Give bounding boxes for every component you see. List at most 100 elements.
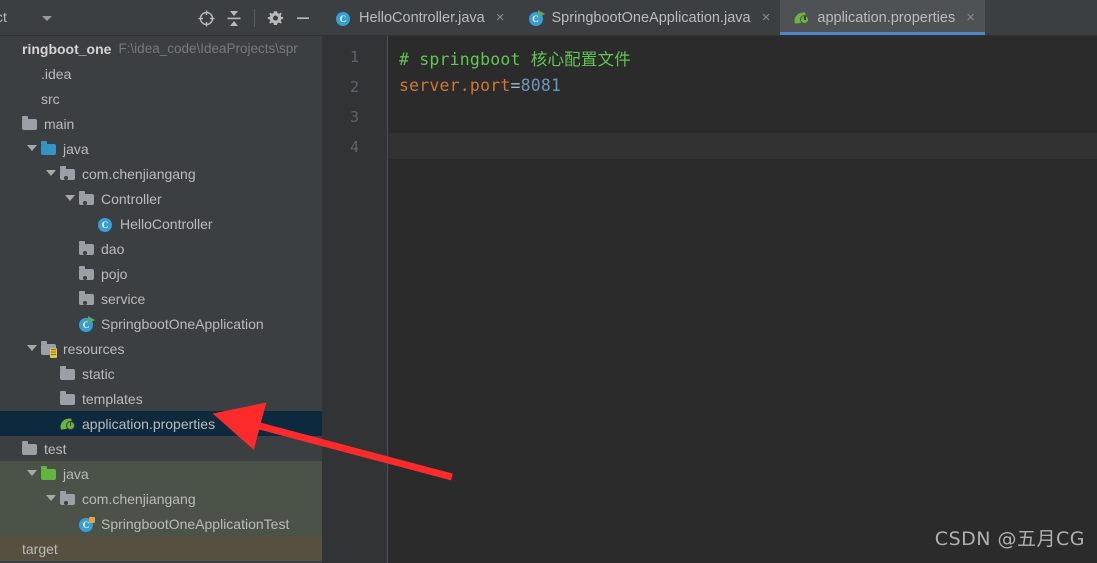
package-dot [83, 250, 87, 255]
close-icon[interactable]: × [966, 10, 975, 25]
code-token: 8081 [520, 76, 562, 95]
tree-row[interactable]: templates [0, 386, 322, 411]
collapse-all-icon [227, 10, 241, 26]
folder-shape [60, 491, 75, 505]
close-icon[interactable]: × [496, 10, 505, 25]
spring-leaf-icon [793, 10, 810, 26]
project-panel-title[interactable]: ect [0, 9, 7, 25]
package-icon [79, 291, 95, 307]
project-tree[interactable]: ringboot_one F:\idea_code\IdeaProjects\sp… [0, 36, 322, 563]
project-path: F:\idea_code\IdeaProjects\spr [118, 41, 298, 56]
folder-shape [60, 166, 75, 180]
gutter-line-number: 4 [349, 138, 359, 156]
settings-button[interactable] [262, 5, 288, 31]
tree-row-label: static [82, 365, 115, 382]
package-icon [79, 241, 95, 257]
chevron-down-icon[interactable] [42, 16, 52, 21]
tree-row-label: templates [82, 390, 143, 407]
package-dot [64, 175, 68, 180]
folder-shape [79, 266, 94, 280]
folder-shape [79, 241, 94, 255]
editor-tab-label: SpringbootOneApplication.java [551, 9, 751, 26]
chevron-down-icon[interactable] [27, 144, 37, 153]
editor-tab[interactable]: C SpringbootOneApplication.java × [515, 0, 781, 35]
chevron-down-icon[interactable] [27, 469, 37, 478]
project-toolbar-buttons [193, 0, 316, 36]
tree-row-label: java [63, 465, 89, 482]
tree-row-label: java [63, 140, 89, 157]
tree-row[interactable]: java [0, 461, 322, 486]
folder-shape [41, 141, 56, 155]
java-class-icon: C [336, 10, 352, 26]
select-opened-file-button[interactable] [193, 5, 219, 31]
tree-row[interactable]: com.chenjiangang [0, 161, 322, 186]
chevron-down-icon[interactable] [65, 194, 75, 203]
package-dot [64, 500, 68, 505]
tree-row[interactable]: src [0, 86, 322, 111]
folder-shape [41, 341, 57, 358]
folder-shape [22, 441, 37, 455]
tree-row-label: SpringbootOneApplicationTest [101, 515, 290, 532]
package-dot [83, 300, 87, 305]
java-class-icon: C [98, 216, 114, 232]
tree-row-label: dao [101, 240, 125, 257]
package-icon [60, 166, 76, 182]
close-icon[interactable]: × [762, 10, 771, 25]
tree-row[interactable]: static [0, 361, 322, 386]
tree-row[interactable]: C HelloController [0, 211, 322, 236]
tree-row[interactable]: application.properties [0, 411, 322, 436]
spring-boot-class-icon: C [79, 315, 95, 332]
source-root-folder-icon [41, 141, 57, 157]
tree-row-label: com.chenjiangang [82, 490, 196, 507]
folder-icon [22, 116, 38, 132]
editor-tab[interactable]: C HelloController.java × [322, 0, 515, 35]
tree-row-label: target [22, 540, 58, 557]
collapse-all-button[interactable] [221, 5, 247, 31]
editor-tab[interactable]: application.properties × [780, 0, 985, 35]
code-token: server.port [399, 76, 511, 95]
gutter-line-number: 1 [349, 48, 359, 66]
tree-row-label: main [44, 115, 75, 132]
tree-row[interactable]: test [0, 436, 322, 461]
gear-icon [267, 10, 283, 25]
tree-row[interactable]: dao [0, 236, 322, 261]
leaf-shape [793, 11, 810, 24]
class-badge: C [336, 11, 350, 26]
tree-row[interactable]: ringboot_one F:\idea_code\IdeaProjects\sp… [0, 36, 322, 61]
leaf-shape [59, 417, 76, 430]
tree-row[interactable]: java [0, 136, 322, 161]
folder-shape [79, 291, 94, 305]
tree-row-label: ringboot_one [22, 40, 112, 57]
chevron-down-icon[interactable] [46, 169, 56, 178]
editor-gutter: 1 2 3 4 [322, 36, 388, 563]
tree-row[interactable]: pojo [0, 261, 322, 286]
tree-row[interactable]: main [0, 111, 322, 136]
tree-row-label: application.properties [82, 415, 216, 432]
chevron-down-icon[interactable] [46, 494, 56, 503]
tree-row[interactable]: resources [0, 336, 322, 361]
code-token: 核心配置文件 [530, 50, 631, 69]
leaf-ring [800, 14, 810, 24]
gutter-line-number: 2 [349, 78, 359, 96]
tree-row[interactable]: C SpringbootOneApplicationTest [0, 511, 322, 536]
tree-row[interactable]: target [0, 536, 322, 561]
tree-row-label: SpringbootOneApplication [101, 315, 264, 332]
hide-panel-button[interactable] [290, 5, 316, 31]
tree-row[interactable]: Controller [0, 186, 322, 211]
csdn-watermark: CSDN @五月CG [934, 528, 1085, 550]
leaf-ring [66, 420, 75, 430]
tree-row[interactable]: .idea [0, 61, 322, 86]
tree-row[interactable]: C SpringbootOneApplication [0, 311, 322, 336]
gutter-line-number: 3 [349, 108, 359, 126]
tree-row[interactable]: service [0, 286, 322, 311]
minimize-dash-icon [297, 17, 309, 19]
chevron-down-icon[interactable] [27, 344, 37, 353]
editor-tab-bar: C HelloController.java × C SpringbootOneAppl… [322, 0, 1097, 36]
tree-row[interactable]: com.chenjiangang [0, 486, 322, 511]
editor-text-area[interactable]: # springboot 核心配置文件 server.port=8081 [389, 36, 1097, 563]
